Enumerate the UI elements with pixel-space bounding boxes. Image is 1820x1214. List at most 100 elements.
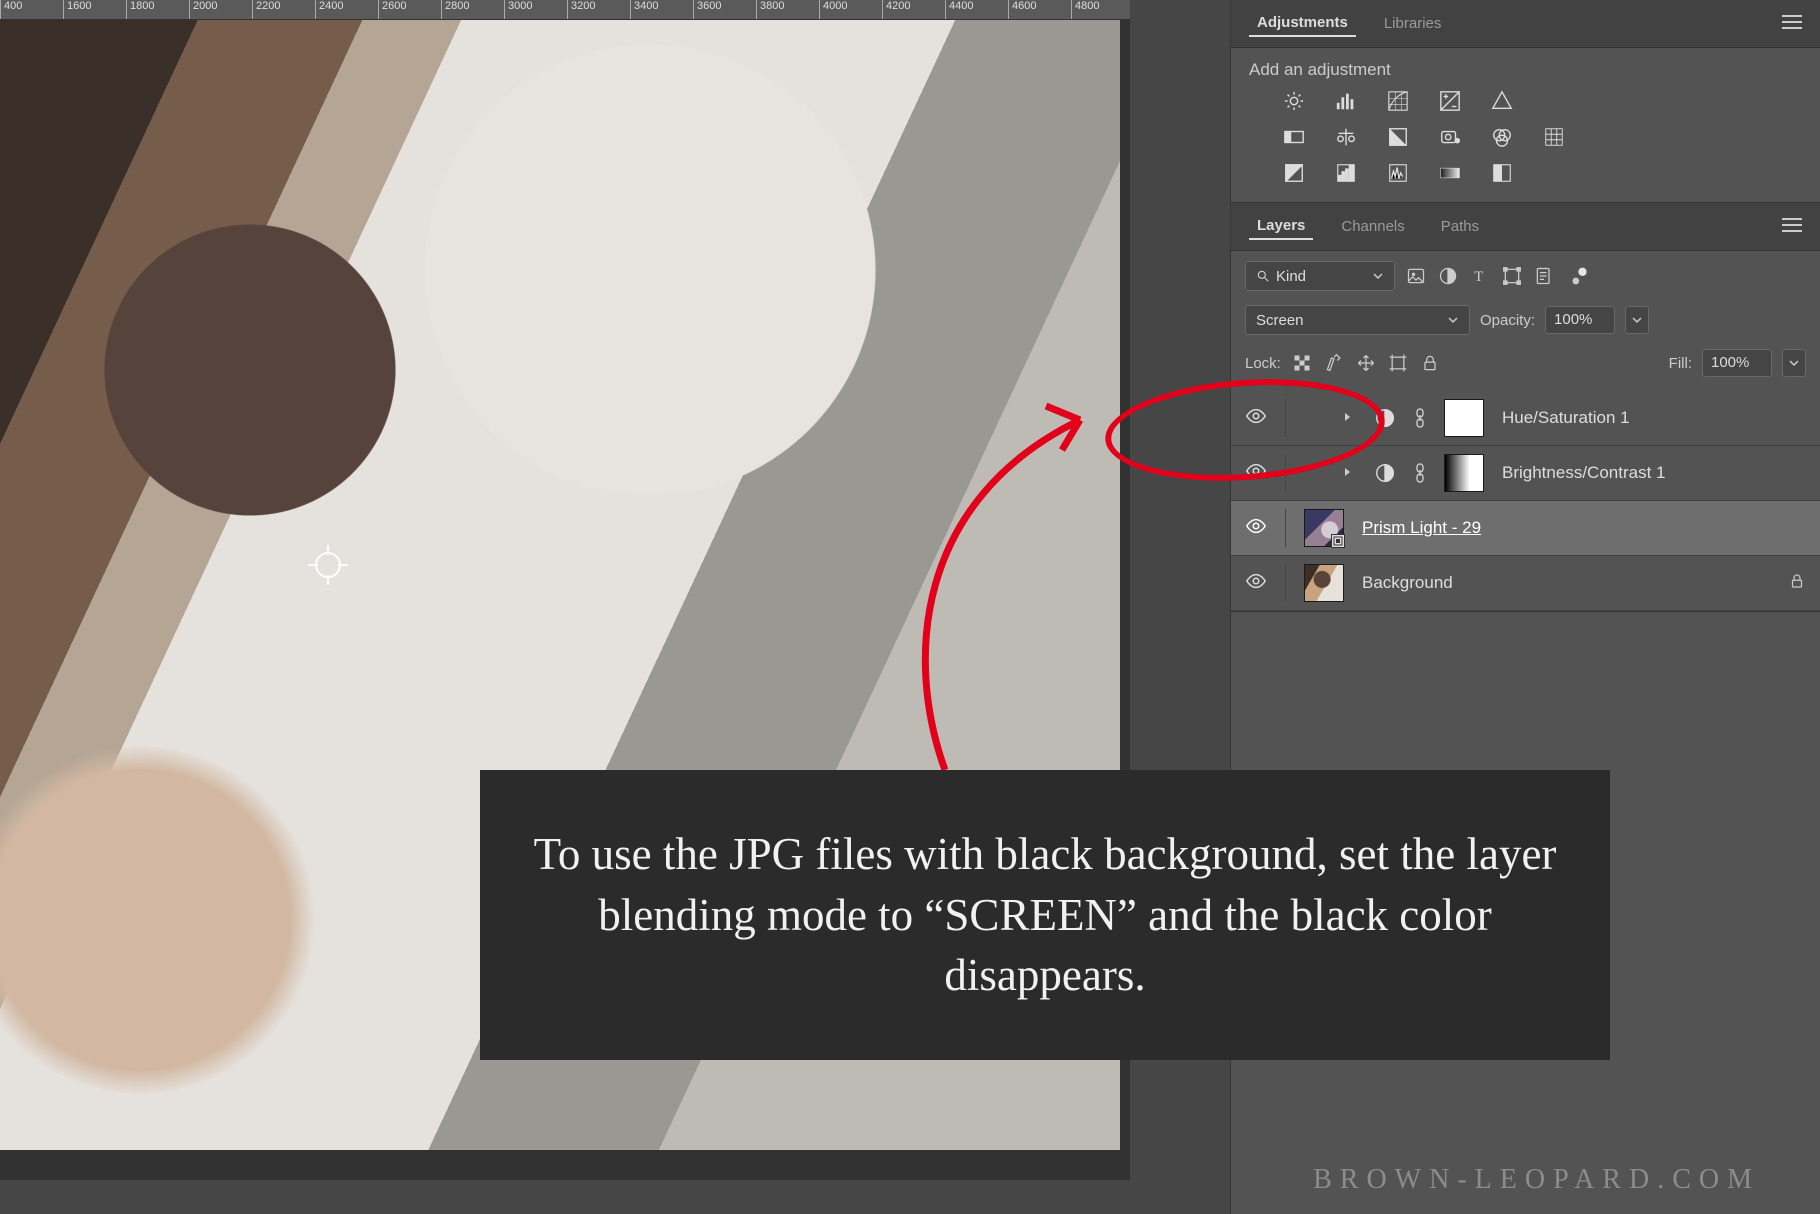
- ruler-tick: 2200: [252, 0, 280, 20]
- annotation-overlay: To use the JPG files with black backgrou…: [480, 770, 1610, 1060]
- adjustment-icons-row-2: [1279, 126, 1802, 148]
- layer-row[interactable]: Prism Light - 29: [1231, 501, 1820, 556]
- ruler-tick: 4800: [1071, 0, 1099, 20]
- brightness-icon[interactable]: [1279, 90, 1309, 112]
- fill-stepper[interactable]: [1782, 349, 1806, 377]
- ruler-tick: 3800: [756, 0, 784, 20]
- filter-shape-icon[interactable]: [1501, 265, 1523, 287]
- visibility-toggle-icon[interactable]: [1245, 405, 1267, 432]
- adjustment-icons-row-1: [1279, 90, 1802, 112]
- tab-adjustments[interactable]: Adjustments: [1249, 10, 1356, 37]
- opacity-value[interactable]: 100%: [1545, 306, 1615, 334]
- link-mask-icon[interactable]: [1414, 463, 1426, 483]
- tab-channels[interactable]: Channels: [1333, 214, 1412, 239]
- panel-menu-icon[interactable]: [1782, 218, 1802, 236]
- link-mask-icon[interactable]: [1414, 408, 1426, 428]
- filter-image-icon[interactable]: [1405, 265, 1427, 287]
- layer-mask-thumb[interactable]: [1444, 399, 1484, 437]
- ruler-tick: 400: [0, 0, 22, 20]
- layer-thumb[interactable]: [1304, 564, 1344, 602]
- layer-name[interactable]: Hue/Saturation 1: [1502, 408, 1630, 428]
- ruler-tick: 3200: [567, 0, 595, 20]
- exposure-icon[interactable]: [1435, 90, 1465, 112]
- hue-saturation-icon[interactable]: [1279, 126, 1309, 148]
- lock-pixels-icon[interactable]: [1323, 352, 1345, 374]
- filter-type-icon[interactable]: T: [1469, 265, 1491, 287]
- ruler-tick: 3600: [693, 0, 721, 20]
- ruler-tick: 4200: [882, 0, 910, 20]
- layer-row[interactable]: Hue/Saturation 1: [1231, 391, 1820, 446]
- layer-mask-thumb[interactable]: [1444, 454, 1484, 492]
- fill-value[interactable]: 100%: [1702, 349, 1772, 377]
- adjustments-panel: Adjustments Libraries Add an adjustment: [1231, 0, 1820, 203]
- ruler-tick: 2600: [378, 0, 406, 20]
- vibrance-icon[interactable]: [1487, 90, 1517, 112]
- filter-smart-icon[interactable]: [1533, 265, 1555, 287]
- panel-menu-icon[interactable]: [1782, 15, 1802, 33]
- curves-icon[interactable]: [1383, 90, 1413, 112]
- gradient-map-icon[interactable]: [1435, 162, 1465, 184]
- filter-toggle-icon[interactable]: [1569, 265, 1591, 287]
- color-lookup-icon[interactable]: [1539, 126, 1569, 148]
- channel-mixer-icon[interactable]: [1487, 126, 1517, 148]
- layer-row[interactable]: Brightness/Contrast 1: [1231, 446, 1820, 501]
- ruler-tick: 3400: [630, 0, 658, 20]
- ruler-tick: 1800: [126, 0, 154, 20]
- lock-all-icon[interactable]: [1419, 352, 1441, 374]
- ruler-tick: 2800: [441, 0, 469, 20]
- add-adjustment-prompt: Add an adjustment: [1249, 60, 1802, 80]
- filter-adjustment-icon[interactable]: [1437, 265, 1459, 287]
- layer-name[interactable]: Brightness/Contrast 1: [1502, 463, 1665, 483]
- clip-indicator-icon: [1342, 411, 1356, 425]
- levels-icon[interactable]: [1331, 90, 1361, 112]
- ruler-tick: 2000: [189, 0, 217, 20]
- lock-position-icon[interactable]: [1355, 352, 1377, 374]
- smart-object-badge-icon: [1331, 534, 1345, 548]
- adjustment-icons-row-3: [1279, 162, 1802, 184]
- adjustments-panel-header: Adjustments Libraries: [1231, 0, 1820, 48]
- lock-artboard-icon[interactable]: [1387, 352, 1409, 374]
- lock-label: Lock:: [1245, 355, 1281, 372]
- ruler-tick: 4400: [945, 0, 973, 20]
- ruler-horizontal: 400 1600 1800 2000 2200 2400 2600 2800 3…: [0, 0, 1130, 20]
- adjustment-layer-icon: [1374, 407, 1396, 429]
- lock-transparency-icon[interactable]: [1291, 352, 1313, 374]
- ruler-tick: 1600: [63, 0, 91, 20]
- visibility-toggle-icon[interactable]: [1245, 515, 1267, 542]
- layer-thumb[interactable]: [1304, 509, 1344, 547]
- ruler-tick: 2400: [315, 0, 343, 20]
- visibility-toggle-icon[interactable]: [1245, 570, 1267, 597]
- layers-panel: Layers Channels Paths Kind T: [1231, 203, 1820, 612]
- watermark: BROWN-LEOPARD.COM: [1313, 1164, 1760, 1196]
- visibility-toggle-icon[interactable]: [1245, 460, 1267, 487]
- tab-libraries[interactable]: Libraries: [1376, 11, 1450, 36]
- clip-indicator-icon: [1342, 466, 1356, 480]
- opacity-stepper[interactable]: [1625, 306, 1649, 334]
- color-balance-icon[interactable]: [1331, 126, 1361, 148]
- svg-text:T: T: [1474, 269, 1483, 285]
- ruler-tick: 4000: [819, 0, 847, 20]
- layer-filter-dropdown[interactable]: Kind: [1245, 261, 1395, 291]
- opacity-label: Opacity:: [1480, 312, 1535, 329]
- blend-mode-dropdown[interactable]: Screen: [1245, 305, 1470, 335]
- layer-row[interactable]: Background: [1231, 556, 1820, 611]
- posterize-icon[interactable]: [1331, 162, 1361, 184]
- photo-filter-icon[interactable]: [1435, 126, 1465, 148]
- selective-color-icon[interactable]: [1487, 162, 1517, 184]
- ruler-tick: 3000: [504, 0, 532, 20]
- adjustment-layer-icon: [1374, 462, 1396, 484]
- tab-paths[interactable]: Paths: [1433, 214, 1487, 239]
- tab-layers[interactable]: Layers: [1249, 213, 1313, 240]
- ruler-tick: 4600: [1008, 0, 1036, 20]
- layer-list: Hue/Saturation 1 Brightness/Contrast 1: [1231, 391, 1820, 611]
- annotation-text: To use the JPG files with black backgrou…: [520, 824, 1570, 1006]
- threshold-icon[interactable]: [1383, 162, 1413, 184]
- layer-filter-label: Kind: [1276, 268, 1306, 285]
- invert-icon[interactable]: [1279, 162, 1309, 184]
- black-white-icon[interactable]: [1383, 126, 1413, 148]
- layer-name[interactable]: Background: [1362, 573, 1453, 593]
- layers-panel-header: Layers Channels Paths: [1231, 203, 1820, 251]
- fill-label: Fill:: [1669, 355, 1692, 372]
- lock-icon[interactable]: [1788, 572, 1806, 595]
- layer-name[interactable]: Prism Light - 29: [1362, 518, 1481, 538]
